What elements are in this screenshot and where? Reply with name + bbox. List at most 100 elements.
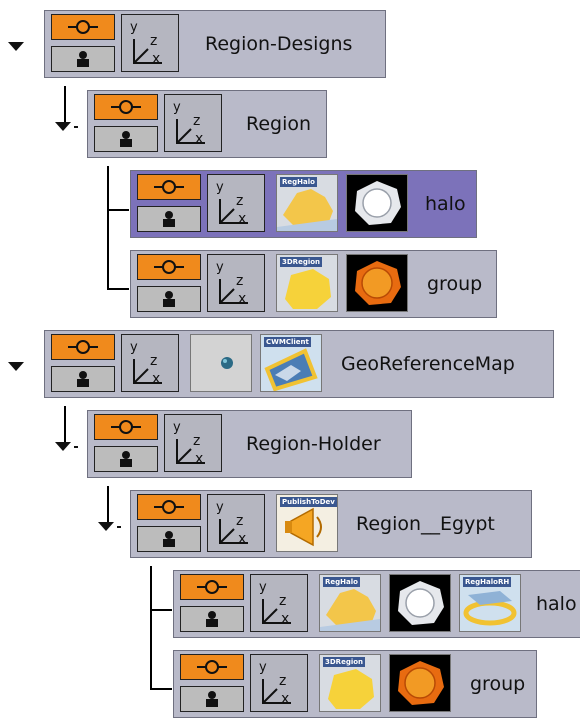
thumbnail-caption: RegHalo [323,577,360,587]
material-thumbnail[interactable] [389,574,451,632]
node-label: Region-Holder [246,433,381,455]
node-controls [94,94,158,154]
lock-toggle[interactable] [180,686,244,712]
lock-toggle[interactable] [137,206,201,232]
node-controls [137,174,201,234]
visibility-toggle[interactable] [94,94,158,120]
visibility-toggle[interactable] [137,494,201,520]
material-thumbnail[interactable] [346,174,408,232]
tree-line [107,209,129,211]
material-thumbnail[interactable] [389,654,451,712]
person-icon [120,131,132,147]
lock-toggle[interactable] [94,446,158,472]
axis-z-label: z [279,673,286,689]
axis-icon: y z x [216,500,248,547]
transform-axis-button[interactable]: y z x [121,334,179,392]
axis-z-label: z [193,433,200,449]
lock-toggle[interactable] [51,366,115,392]
map-thumbnail[interactable]: 3DRegion [276,254,338,312]
visibility-toggle[interactable] [51,14,115,40]
thumbnail-caption: CWMClient [264,337,311,347]
eye-icon [154,180,184,194]
tree-node-selected[interactable]: y z x RegHalo halo [130,170,477,238]
transform-axis-button[interactable]: y z x [207,254,265,312]
visibility-toggle[interactable] [51,334,115,360]
tree-line [64,86,66,124]
axis-z-label: z [150,353,157,369]
axis-y-label: y [216,260,224,275]
eye-icon [68,340,98,354]
visibility-toggle[interactable] [180,654,244,680]
axis-y-label: y [216,180,224,195]
tree-node[interactable]: y z x 3DRegion group [173,650,537,718]
person-icon [120,451,132,467]
visibility-toggle[interactable] [137,174,201,200]
tree-node[interactable]: y z x Region-Designs [44,10,386,78]
tree-node[interactable]: y z x 3DRegion group [130,250,497,318]
map-thumbnail[interactable]: RegHalo [319,574,381,632]
transform-axis-button[interactable]: y z x [207,174,265,232]
expand-arrow-icon[interactable] [55,442,71,451]
axis-y-label: y [216,500,224,515]
tree-node[interactable]: y z x Region [87,90,327,158]
tree-node[interactable]: y z x CWMClient GeoReferenceMap [44,330,554,398]
axis-x-label: x [238,291,246,307]
expand-arrow-icon[interactable] [98,522,114,531]
node-label: Region-Designs [205,33,353,55]
tree-line [150,609,172,611]
eye-icon [111,100,141,114]
expand-arrow-icon[interactable] [55,122,71,131]
person-icon [163,291,175,307]
eye-icon [68,20,98,34]
axis-icon: y z x [216,180,248,227]
node-label: group [427,273,483,295]
cwm-client-thumbnail[interactable]: CWMClient [260,334,322,392]
map-thumbnail[interactable]: RegHalo [276,174,338,232]
node-label: Region__Egypt [356,513,495,535]
tree-line [150,688,172,690]
node-controls [137,494,201,554]
lock-toggle[interactable] [51,46,115,72]
expand-arrow-icon[interactable] [8,42,24,51]
publish-thumbnail[interactable]: PublishToDev [276,494,338,552]
lock-toggle[interactable] [180,606,244,632]
thumbnail-caption: 3DRegion [280,257,323,267]
orange-gem-icon [347,255,407,311]
thumbnail-caption: RegHaloRH [463,577,512,587]
visibility-toggle[interactable] [180,574,244,600]
transform-axis-button[interactable]: y z x [164,414,222,472]
node-label: GeoReferenceMap [341,353,515,375]
halo-ring-thumbnail[interactable]: RegHaloRH [459,574,521,632]
tree-line [64,406,66,444]
lock-toggle[interactable] [94,126,158,152]
node-controls [94,414,158,474]
tree-node[interactable]: y z x PublishToDev Region__Egypt [130,490,532,558]
lock-toggle[interactable] [137,526,201,552]
axis-x-label: x [281,611,289,627]
tree-node[interactable]: y z x Region-Holder [87,410,412,478]
axis-y-label: y [130,340,138,355]
transform-axis-button[interactable]: y z x [121,14,179,72]
eye-icon [154,500,184,514]
axis-z-label: z [193,113,200,129]
person-icon [163,531,175,547]
material-thumbnail[interactable] [346,254,408,312]
transform-axis-button[interactable]: y z x [207,494,265,552]
tree-node[interactable]: y z x RegHalo RegHaloRH halo [173,570,580,638]
expander-dash [74,126,78,128]
dot-thumbnail[interactable] [190,334,252,392]
transform-axis-button[interactable]: y z x [250,574,308,632]
transform-axis-button[interactable]: y z x [250,654,308,712]
visibility-toggle[interactable] [94,414,158,440]
visibility-toggle[interactable] [137,254,201,280]
eye-icon [154,260,184,274]
node-controls [137,254,201,314]
map-thumbnail[interactable]: 3DRegion [319,654,381,712]
expand-arrow-icon[interactable] [8,362,24,371]
thumbnail-caption: RegHalo [280,177,317,187]
axis-y-label: y [259,580,267,595]
transform-axis-button[interactable]: y z x [164,94,222,152]
lock-toggle[interactable] [137,286,201,312]
person-icon [206,611,218,627]
expander-dash [117,526,121,528]
